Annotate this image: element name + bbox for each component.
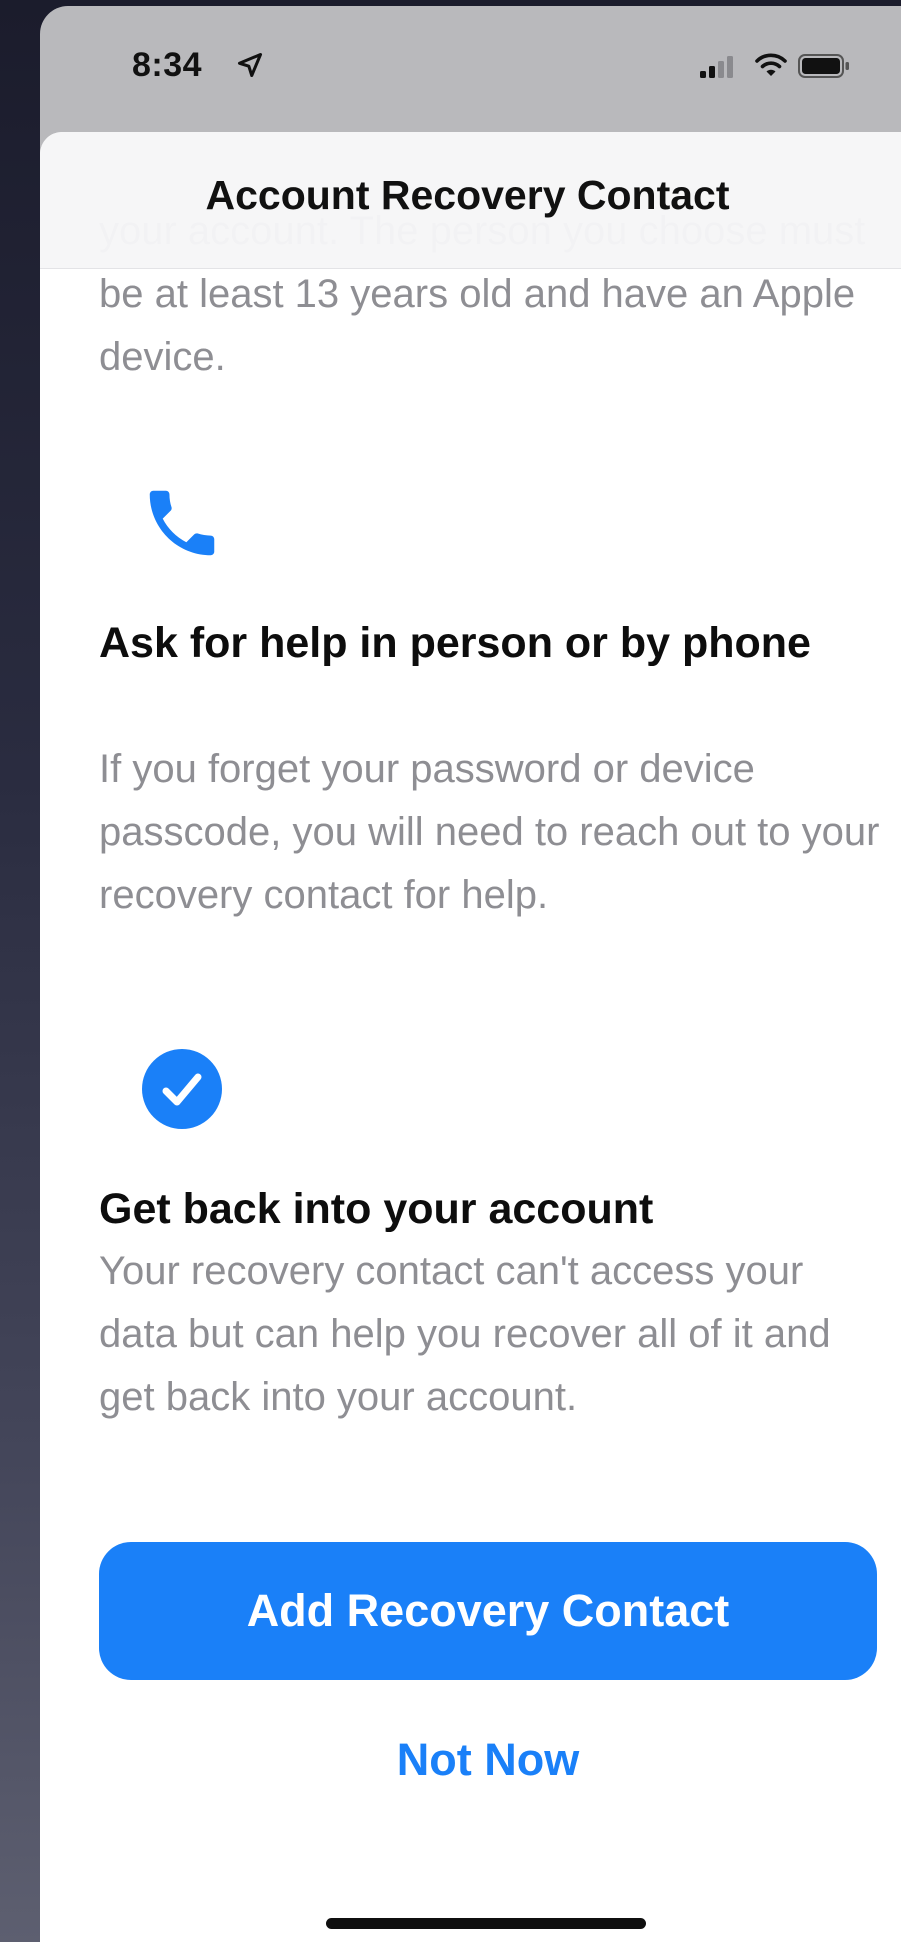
battery-icon	[798, 54, 849, 78]
cellular-signal-icon	[700, 56, 733, 78]
location-arrow-icon	[237, 52, 263, 78]
feature-body-account: Your recovery contact can't access your …	[99, 1249, 831, 1419]
sheet-title: Account Recovery Contact	[205, 172, 730, 218]
phone-screen: 8:34 Account Recovery Contact your accou…	[40, 6, 901, 1942]
not-now-button[interactable]: Not Now	[99, 1720, 877, 1800]
account-recovery-sheet: Account Recovery Contact your account. T…	[40, 132, 901, 1942]
phone-icon	[149, 490, 215, 556]
feature-heading-account: Get back into your account	[99, 1185, 654, 1233]
wifi-icon	[755, 53, 787, 76]
sheet-header: Account Recovery Contact	[40, 132, 901, 269]
feature-heading-help: Ask for help in person or by phone	[99, 619, 811, 667]
feature-body-help: If you forget your password or device pa…	[99, 747, 880, 917]
status-bar: 8:34	[40, 6, 901, 132]
add-recovery-contact-button[interactable]: Add Recovery Contact	[99, 1542, 877, 1680]
checkmark-circle-icon	[142, 1049, 222, 1129]
status-time: 8:34	[132, 46, 203, 84]
home-indicator	[326, 1918, 646, 1929]
